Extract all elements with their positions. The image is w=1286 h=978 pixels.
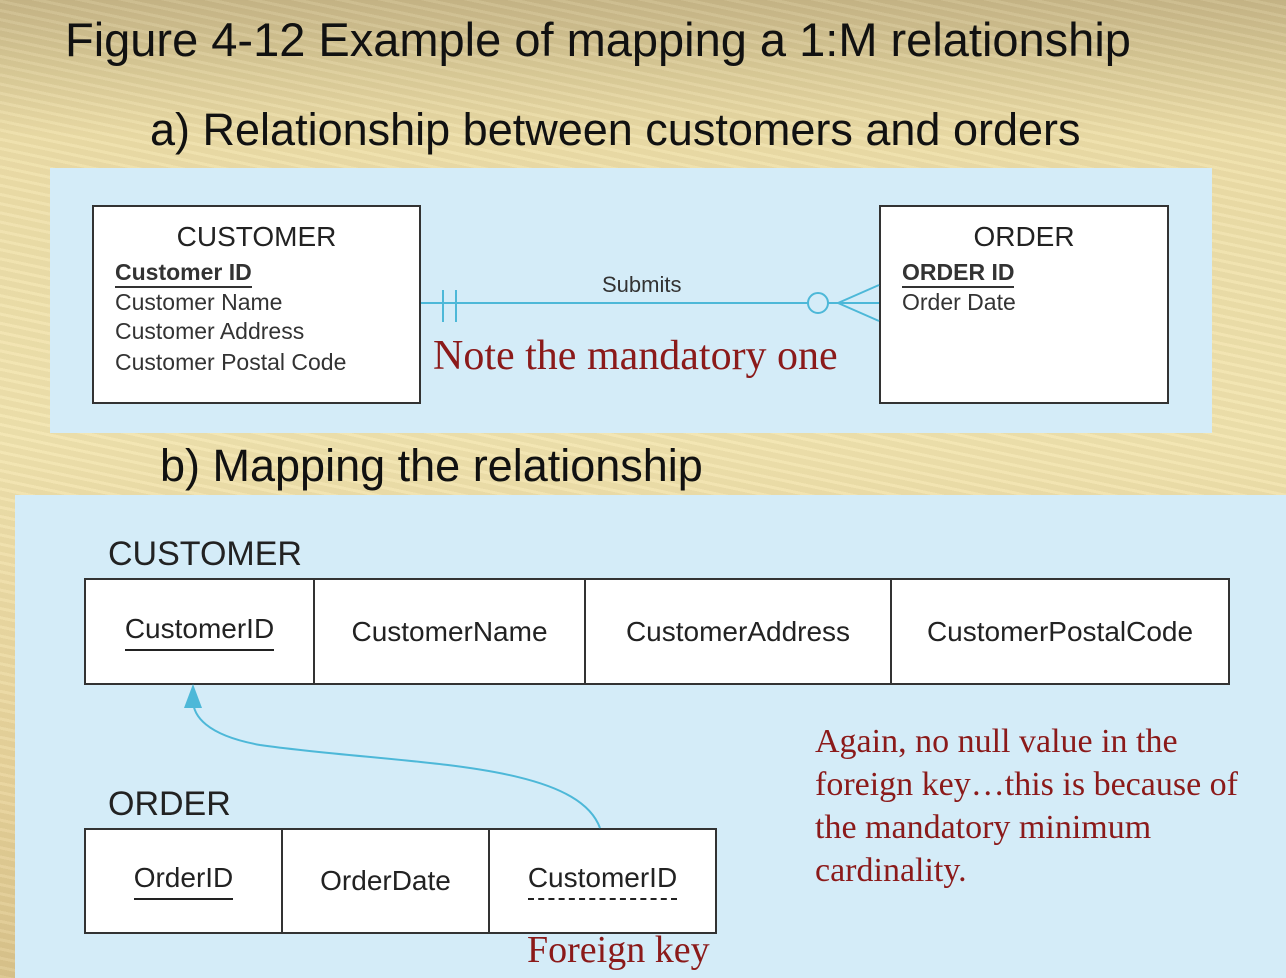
connector-layer — [184, 284, 880, 829]
crows-foot-icon — [837, 284, 880, 304]
crows-foot-icon — [837, 302, 880, 322]
foreign-key-arrow — [184, 684, 601, 829]
relationship-line — [421, 284, 880, 322]
optional-circle-icon — [807, 292, 829, 314]
arrowhead-icon — [184, 684, 202, 708]
